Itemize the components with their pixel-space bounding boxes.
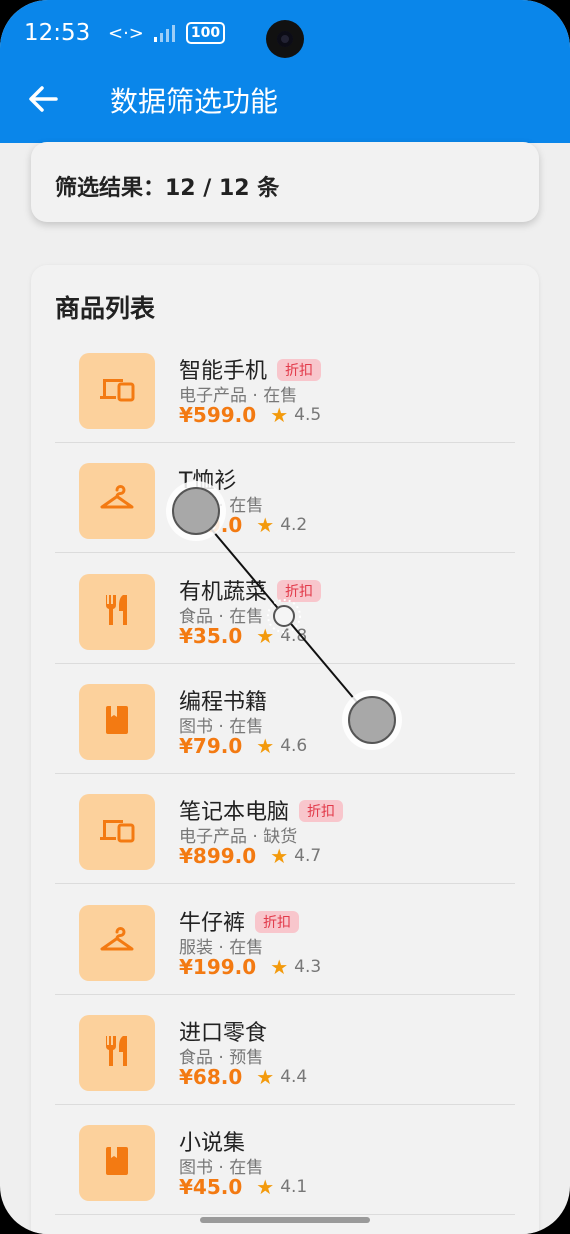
restaurant-icon — [97, 1031, 137, 1075]
list-item[interactable]: 智能手机 折扣 电子产品 · 在售 ¥599.0 ★ 4.5 — [55, 333, 515, 443]
list-title: 商品列表 — [55, 294, 156, 323]
list-item[interactable]: 有机蔬菜 折扣 食品 · 在售 ¥35.0 ★ 4.8 — [55, 554, 515, 664]
price-rating-row: ¥68.0 ★ 4.4 — [179, 1065, 307, 1089]
home-indicator[interactable] — [200, 1217, 370, 1223]
star-icon: ★ — [270, 844, 289, 869]
product-thumbnail — [79, 463, 155, 540]
status-time: 12:53 — [24, 20, 91, 46]
star-icon: ★ — [256, 513, 275, 538]
product-thumbnail — [79, 904, 155, 981]
price-rating-row: ¥79.0 ★ 4.6 — [179, 734, 307, 758]
product-price: ¥599.0 — [179, 403, 257, 427]
product-rating: 4.5 — [294, 405, 322, 425]
product-price: ¥79.0 — [179, 733, 243, 758]
book-icon — [97, 1141, 137, 1185]
book-icon — [97, 700, 137, 744]
product-thumbnail — [79, 683, 155, 760]
star-icon: ★ — [256, 1064, 275, 1089]
list-item[interactable]: 编程书籍 图书 · 在售 ¥79.0 ★ 4.6 — [55, 664, 515, 774]
battery-icon: 100 — [185, 22, 226, 44]
discount-badge: 折扣 — [277, 579, 322, 602]
signal-icon — [153, 25, 175, 42]
price-rating-row: ¥45.0 ★ 4.1 — [179, 1175, 307, 1199]
data-transfer-icon: <·> — [108, 22, 144, 44]
product-rating: 4.2 — [280, 515, 308, 536]
hanger-icon — [97, 921, 137, 965]
star-icon: ★ — [270, 954, 289, 979]
list-item[interactable]: 小说集 图书 · 在售 ¥45.0 ★ 4.1 — [55, 1105, 515, 1216]
product-thumbnail — [79, 353, 155, 429]
product-rating: 4.8 — [280, 625, 308, 646]
product-thumbnail — [79, 1125, 155, 1202]
restaurant-icon — [97, 590, 137, 634]
filter-result-text: 筛选结果：12 / 12 条 — [55, 176, 280, 201]
filter-result-card: 筛选结果：12 / 12 条 — [31, 142, 539, 222]
product-thumbnail — [79, 794, 155, 871]
star-icon: ★ — [256, 623, 275, 648]
front-camera — [266, 20, 304, 58]
status-icons: <·> 100 — [108, 22, 226, 44]
price-rating-row: ¥899.0 ★ 4.7 — [179, 844, 321, 868]
product-price: ¥45.0 — [179, 1175, 243, 1200]
product-price: ¥899.0 — [179, 844, 257, 869]
price-rating-row: ¥599.0 ★ 4.5 — [179, 403, 321, 427]
product-rating: 4.3 — [294, 956, 322, 977]
list-item[interactable]: 牛仔裤 折扣 服装 · 在售 ¥199.0 ★ 4.3 — [55, 885, 515, 995]
product-rating: 4.6 — [280, 735, 308, 756]
product-price: ¥199.0 — [179, 954, 257, 979]
price-rating-row: ¥199.0 ★ 4.3 — [179, 955, 321, 979]
price-rating-row: ¥89.0 ★ 4.2 — [179, 513, 307, 537]
star-icon: ★ — [256, 1175, 275, 1200]
list-item[interactable]: 笔记本电脑 折扣 电子产品 · 缺货 ¥899.0 ★ 4.7 — [55, 774, 515, 885]
product-thumbnail — [79, 573, 155, 650]
product-rating: 4.7 — [294, 846, 322, 867]
discount-badge: 折扣 — [277, 359, 322, 381]
product-rating: 4.1 — [280, 1177, 308, 1198]
product-list-card: 商品列表 智能手机 折扣 电子产品 · 在售 ¥599.0 ★ 4.5 T恤衫 服装 · 在售… — [31, 265, 539, 1234]
devices-icon — [97, 810, 137, 854]
app-bar: 12:53 <·> 100 数据筛选功能 — [0, 0, 570, 143]
product-thumbnail — [79, 1014, 155, 1091]
product-rating: 4.4 — [280, 1066, 308, 1087]
star-icon: ★ — [270, 403, 289, 427]
page-title: 数据筛选功能 — [110, 85, 279, 118]
list-item[interactable]: T恤衫 服装 · 在售 ¥89.0 ★ 4.2 — [55, 443, 515, 554]
product-price: ¥89.0 — [179, 513, 243, 538]
hanger-icon — [97, 479, 137, 523]
discount-badge: 折扣 — [255, 910, 300, 933]
price-rating-row: ¥35.0 ★ 4.8 — [179, 624, 307, 648]
screen: 12:53 <·> 100 数据筛选功能 筛选结果：12 / 12 条 商品列表… — [0, 0, 570, 1234]
list-item[interactable]: 进口零食 食品 · 预售 ¥68.0 ★ 4.4 — [55, 995, 515, 1105]
product-price: ¥68.0 — [179, 1064, 243, 1089]
back-arrow-icon[interactable] — [26, 82, 60, 116]
product-price: ¥35.0 — [179, 623, 243, 648]
discount-badge: 折扣 — [299, 800, 344, 823]
star-icon: ★ — [256, 733, 275, 758]
devices-icon — [97, 369, 137, 413]
